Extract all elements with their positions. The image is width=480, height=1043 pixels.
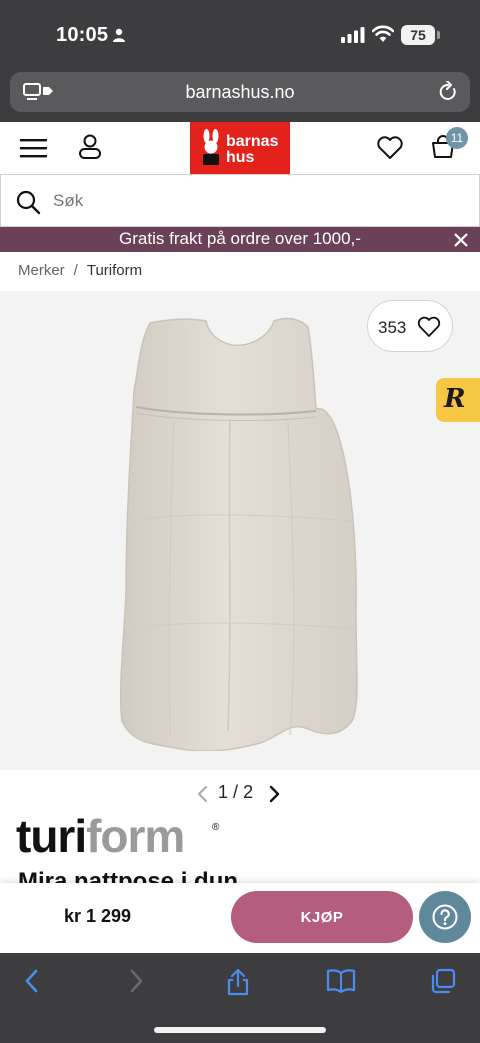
status-bar: 10:05 75 [0, 0, 480, 68]
bookmarks-icon[interactable] [326, 968, 356, 994]
question-mark-icon [432, 904, 458, 930]
account-icon[interactable] [78, 134, 102, 160]
brand-logo-part-b: form [86, 810, 185, 862]
site-logo[interactable]: barnas hus [190, 122, 290, 174]
like-counter[interactable]: 353 [367, 300, 453, 352]
chevron-right-icon[interactable] [269, 785, 281, 803]
product-price: kr 1 299 [64, 906, 132, 926]
logo-text-line2: hus [226, 149, 255, 166]
logo-text-line1: barnas [226, 133, 279, 150]
cart-count-badge[interactable]: 11 [446, 127, 468, 149]
chevron-left-icon[interactable] [196, 785, 208, 803]
promo-banner: Gratis frakt på ordre over 1000,- [0, 227, 480, 252]
reviews-widget-tab[interactable]: R [436, 378, 480, 422]
like-count: 353 [378, 318, 407, 337]
breadcrumb-separator: / [73, 262, 78, 279]
forward-icon[interactable] [126, 968, 146, 994]
share-icon[interactable] [225, 968, 251, 996]
registered-mark: ® [212, 822, 220, 833]
hamburger-menu-icon[interactable] [20, 136, 48, 160]
product-info: 1 / 2 turiform ® Mira nattpose i dun [0, 770, 480, 890]
sticky-buy-bar: kr 1 299 KJØP [0, 883, 480, 953]
help-button[interactable] [419, 891, 471, 943]
cellular-signal-icon [341, 27, 365, 43]
brand-logo-part-a: turi [16, 810, 87, 862]
address-bar[interactable]: barnashus.no [10, 72, 470, 112]
breadcrumb: Merker / Turiform [0, 252, 480, 291]
person-icon [113, 28, 125, 42]
site-header: barnas hus 11 [0, 122, 480, 174]
wishlist-heart-icon[interactable] [376, 135, 404, 161]
pager-separator: / [233, 782, 239, 802]
bunny-logo-icon [203, 129, 219, 165]
reload-icon[interactable] [438, 81, 458, 103]
back-icon[interactable] [22, 968, 42, 994]
tabs-icon[interactable] [430, 968, 456, 994]
promo-text: Gratis frakt på ordre over 1000,- [119, 229, 361, 248]
home-indicator [154, 1027, 326, 1033]
search-bar [0, 174, 480, 227]
product-gallery[interactable]: 353 R [0, 291, 480, 770]
reviews-r-icon: R [444, 384, 466, 414]
wifi-icon [372, 25, 394, 42]
browser-toolbar [0, 953, 480, 1043]
search-input[interactable] [53, 185, 453, 217]
close-icon[interactable] [453, 232, 469, 248]
breadcrumb-link-merker[interactable]: Merker [18, 262, 65, 279]
pager-current: 1 [218, 782, 229, 802]
url-text[interactable]: barnashus.no [10, 82, 470, 103]
buy-button[interactable]: KJØP [231, 891, 413, 943]
battery-tip [437, 31, 440, 39]
search-icon[interactable] [15, 189, 41, 215]
brand-logo[interactable]: turiform [16, 808, 185, 864]
gallery-pager: 1 / 2 [218, 782, 253, 803]
battery-indicator: 75 [401, 25, 435, 45]
pager-total: 2 [243, 782, 254, 802]
breadcrumb-current[interactable]: Turiform [87, 262, 142, 279]
heart-icon[interactable] [417, 316, 441, 338]
product-image-sleeping-bag[interactable] [110, 311, 365, 751]
status-time: 10:05 [56, 24, 109, 46]
